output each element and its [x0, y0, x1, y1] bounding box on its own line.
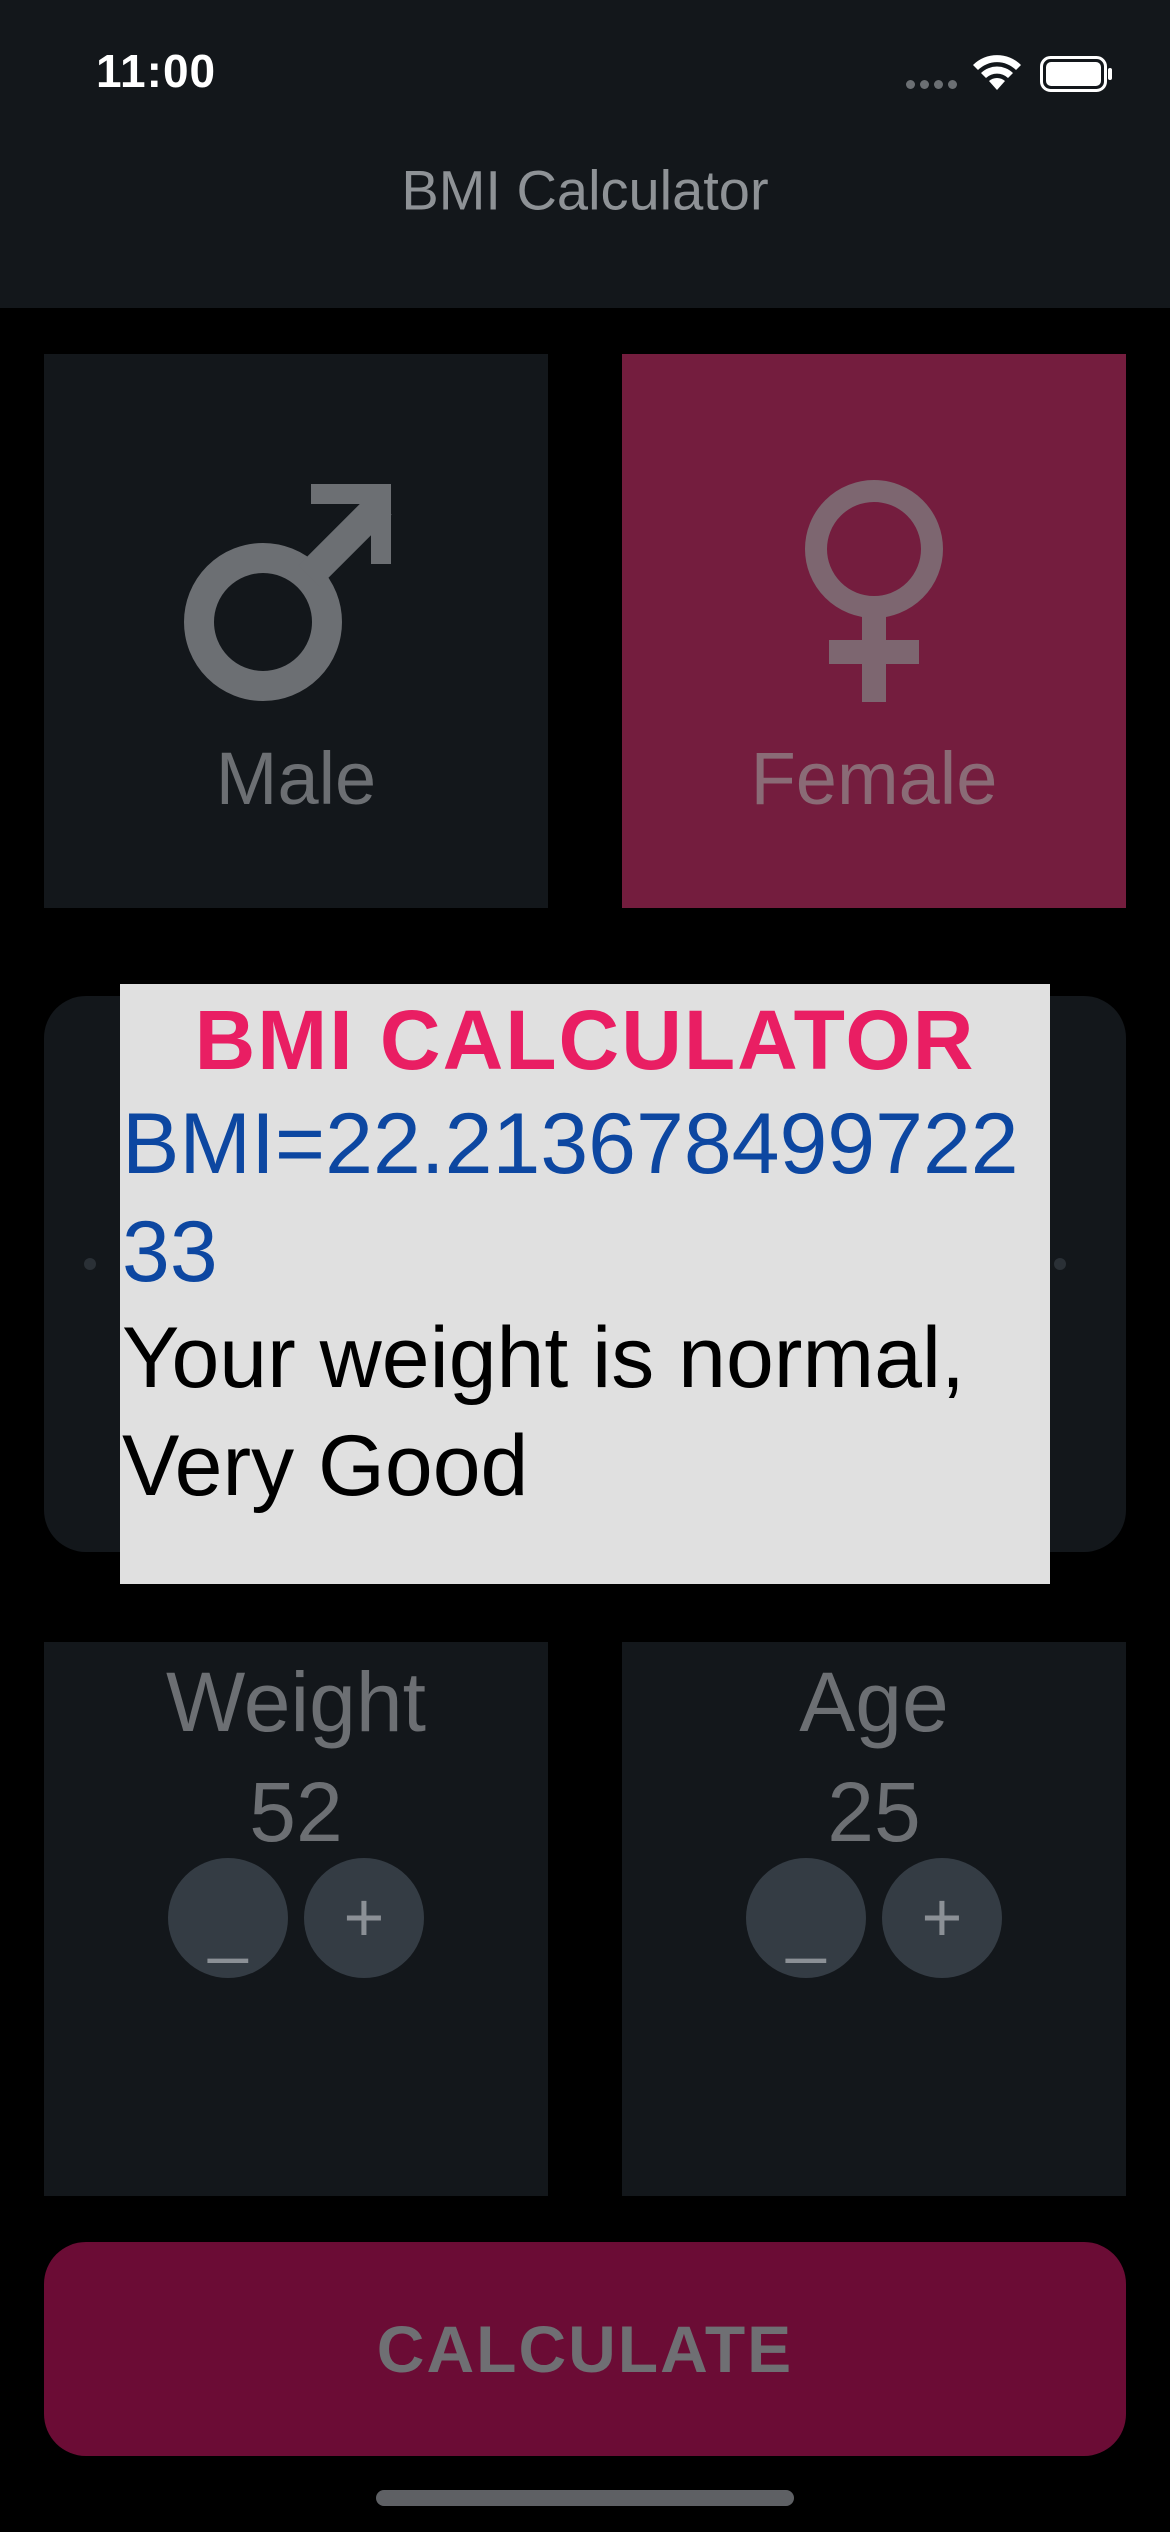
weight-label: Weight: [166, 1655, 426, 1749]
male-label: Male: [215, 737, 377, 820]
dialog-title: BMI CALCULATOR: [194, 993, 976, 1087]
age-card: Age 25 _ +: [622, 1642, 1126, 2196]
wifi-icon: [973, 55, 1021, 90]
minus-icon: _: [786, 1886, 826, 1964]
bmi-result-text: BMI=22.21367849972233: [122, 1096, 1019, 1300]
weight-value: 52: [249, 1765, 343, 1859]
weight-decrement-button[interactable]: _: [168, 1858, 288, 1978]
age-increment-button[interactable]: +: [882, 1858, 1002, 1978]
weight-increment-button[interactable]: +: [304, 1858, 424, 1978]
female-symbol-icon: [805, 480, 943, 702]
plus-icon: +: [343, 1878, 385, 1956]
bmi-screen: 11:00 BMI Calculator Male Female Weight …: [0, 0, 1170, 2532]
age-value: 25: [827, 1765, 921, 1859]
bmi-result-message: Your weight is normal, Very Good: [122, 1310, 965, 1514]
home-indicator[interactable]: [376, 2490, 794, 2506]
male-symbol-icon: [184, 484, 392, 701]
minus-icon: _: [208, 1886, 248, 1964]
status-time: 11:00: [96, 45, 217, 97]
cellular-signal-icon: [906, 80, 958, 92]
female-label: Female: [750, 737, 998, 820]
app-title: BMI Calculator: [401, 158, 769, 222]
weight-card: Weight 52 _ +: [44, 1642, 548, 2196]
age-decrement-button[interactable]: _: [746, 1858, 866, 1978]
app-bar: 11:00 BMI Calculator: [0, 0, 1170, 308]
slider-edge-right: [1054, 1258, 1066, 1270]
battery-icon: [1040, 56, 1112, 92]
male-card[interactable]: Male: [44, 354, 548, 908]
female-card[interactable]: Female: [622, 354, 1126, 908]
calculate-button[interactable]: CALCULATE: [44, 2242, 1126, 2456]
bmi-result-dialog[interactable]: BMI CALCULATOR BMI=22.21367849972233 You…: [120, 984, 1050, 1584]
slider-edge-left: [84, 1258, 96, 1270]
age-label: Age: [799, 1655, 949, 1749]
plus-icon: +: [921, 1878, 963, 1956]
